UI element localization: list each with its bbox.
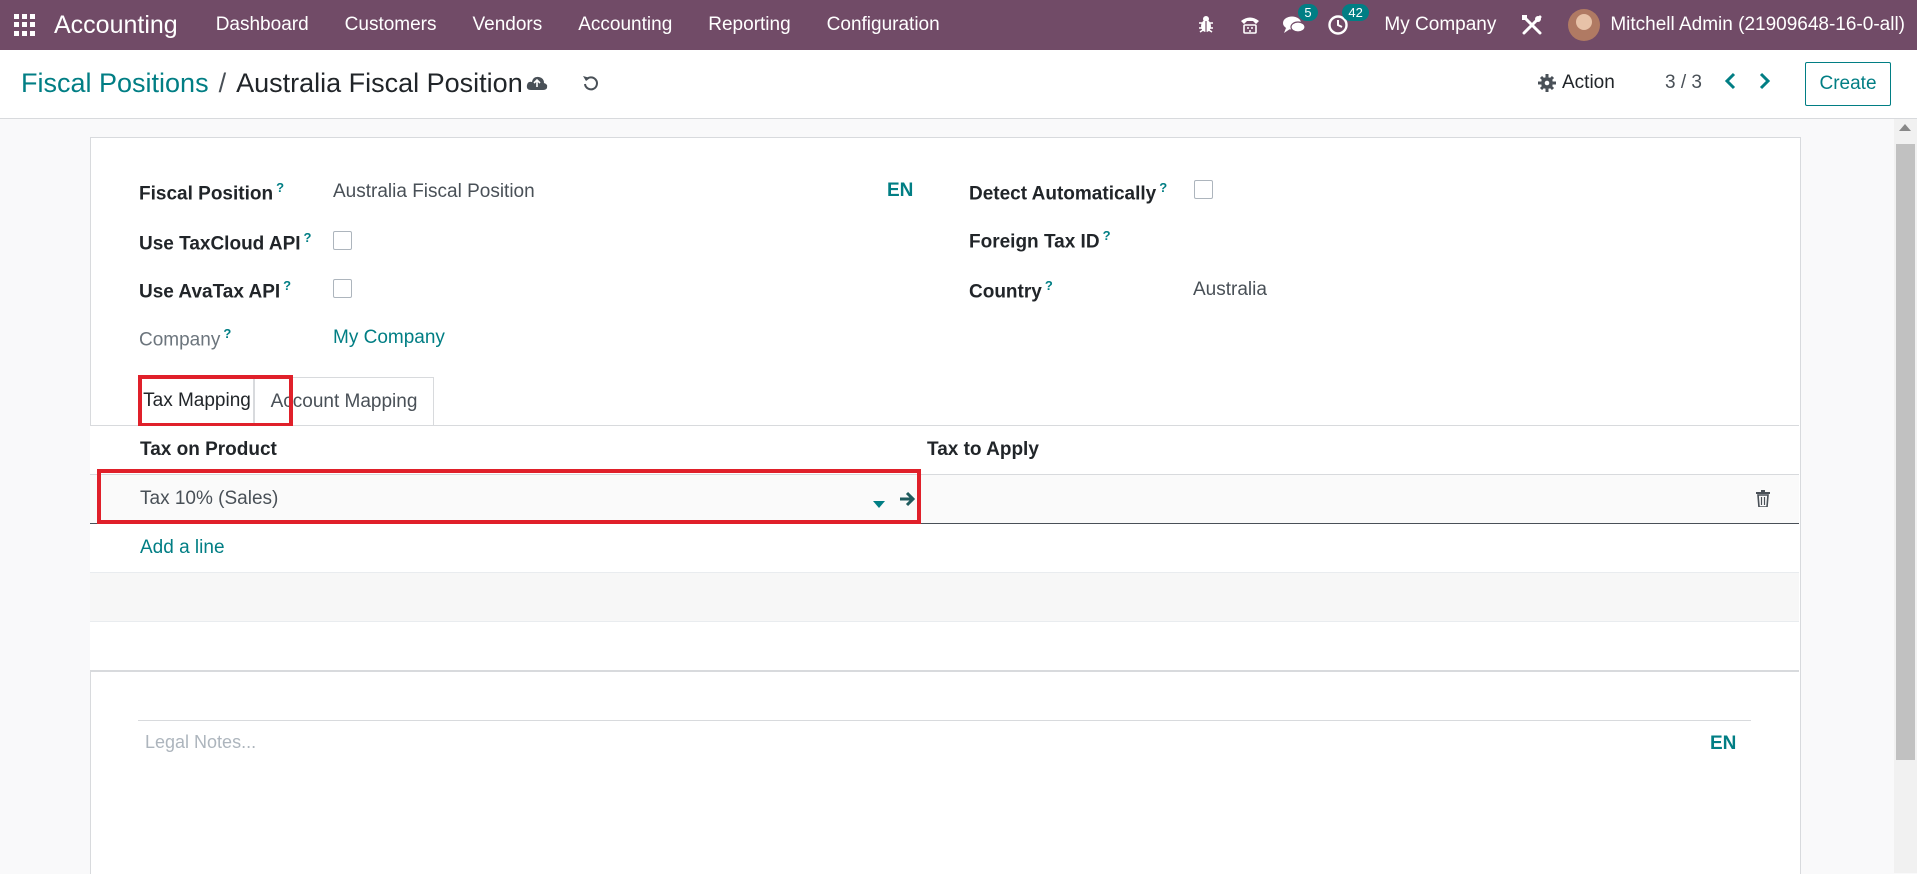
discard-icon[interactable] bbox=[582, 74, 600, 97]
empty-row bbox=[90, 622, 1799, 671]
app-name[interactable]: Accounting bbox=[54, 11, 178, 40]
scroll-up-arrow-icon[interactable] bbox=[1899, 124, 1911, 131]
action-button[interactable]: Action bbox=[1538, 72, 1615, 94]
breadcrumb-current: Australia Fiscal Position bbox=[236, 68, 523, 98]
trash-icon[interactable] bbox=[1756, 490, 1770, 512]
notes-divider bbox=[138, 720, 1751, 721]
save-cloud-icon[interactable] bbox=[526, 74, 548, 97]
empty-row bbox=[90, 573, 1799, 622]
chevron-left-icon[interactable] bbox=[1724, 72, 1738, 95]
table-bottom-border bbox=[90, 670, 1799, 672]
company-label: Company? bbox=[139, 326, 232, 351]
activities-badge: 42 bbox=[1342, 4, 1369, 21]
table-header: Tax on Product Tax to Apply bbox=[90, 426, 1799, 475]
company-field[interactable]: My Company bbox=[333, 327, 445, 349]
help-icon[interactable]: ? bbox=[1103, 228, 1111, 243]
messages-icon[interactable]: 5 bbox=[1272, 0, 1318, 50]
action-label: Action bbox=[1562, 72, 1615, 93]
control-panel: Fiscal Positions / Australia Fiscal Positi… bbox=[0, 50, 1917, 119]
pager-value[interactable]: 3 / 3 bbox=[1665, 72, 1702, 94]
fiscal-position-field[interactable]: Australia Fiscal Position bbox=[333, 181, 535, 203]
top-navbar: Accounting Dashboard Customers Vendors A… bbox=[0, 0, 1917, 50]
highlight-row-box bbox=[97, 469, 921, 524]
fiscal-position-label: Fiscal Position? bbox=[139, 180, 285, 205]
add-line-row: Add a line bbox=[90, 524, 1799, 573]
foreign-tax-id-label: Foreign Tax ID? bbox=[969, 228, 1111, 253]
create-button[interactable]: Create bbox=[1805, 62, 1891, 106]
messages-badge: 5 bbox=[1298, 4, 1318, 21]
detect-automatically-label: Detect Automatically? bbox=[969, 180, 1168, 205]
chevron-right-icon[interactable] bbox=[1757, 72, 1771, 95]
help-icon[interactable]: ? bbox=[283, 278, 291, 293]
app-grid-icon[interactable] bbox=[14, 14, 36, 36]
breadcrumb: Fiscal Positions / Australia Fiscal Positi… bbox=[21, 68, 523, 99]
notebook-tabs: Tax Mapping Account Mapping bbox=[90, 377, 1799, 426]
systray: 5 42 My Company Mitchell Admin (21909648… bbox=[1184, 0, 1917, 50]
activities-icon[interactable]: 42 bbox=[1316, 0, 1369, 50]
column-tax-on-product[interactable]: Tax on Product bbox=[140, 439, 277, 461]
help-icon[interactable]: ? bbox=[223, 326, 231, 341]
avatax-checkbox[interactable] bbox=[333, 279, 352, 298]
help-icon[interactable]: ? bbox=[1045, 278, 1053, 293]
taxcloud-label: Use TaxCloud API? bbox=[139, 230, 312, 255]
menu-reporting[interactable]: Reporting bbox=[690, 14, 808, 36]
company-switcher[interactable]: My Company bbox=[1384, 14, 1496, 36]
gear-icon bbox=[1538, 74, 1556, 92]
tools-icon[interactable] bbox=[1510, 0, 1554, 50]
user-menu[interactable]: Mitchell Admin (21909648-16-0-all) bbox=[1610, 14, 1905, 36]
user-avatar[interactable] bbox=[1568, 9, 1601, 41]
phone-icon[interactable] bbox=[1228, 0, 1272, 50]
menu-configuration[interactable]: Configuration bbox=[809, 14, 958, 36]
avatax-label: Use AvaTax API? bbox=[139, 278, 292, 303]
taxcloud-checkbox[interactable] bbox=[333, 231, 352, 250]
help-icon[interactable]: ? bbox=[1159, 180, 1167, 195]
scrollbar-thumb[interactable] bbox=[1896, 144, 1915, 760]
detect-automatically-checkbox[interactable] bbox=[1194, 180, 1213, 199]
menu-dashboard[interactable]: Dashboard bbox=[198, 14, 327, 36]
menu-accounting[interactable]: Accounting bbox=[560, 14, 690, 36]
country-field[interactable]: Australia bbox=[1193, 279, 1267, 301]
breadcrumb-parent[interactable]: Fiscal Positions bbox=[21, 68, 209, 98]
column-tax-to-apply[interactable]: Tax to Apply bbox=[927, 439, 1039, 461]
help-icon[interactable]: ? bbox=[276, 180, 284, 195]
help-icon[interactable]: ? bbox=[304, 230, 312, 245]
main-menu: Dashboard Customers Vendors Accounting R… bbox=[198, 14, 958, 36]
breadcrumb-separator: / bbox=[218, 68, 227, 98]
translate-button[interactable]: EN bbox=[887, 180, 913, 202]
country-label: Country? bbox=[969, 278, 1053, 303]
highlight-tab-box bbox=[138, 375, 293, 427]
bug-icon[interactable] bbox=[1184, 0, 1228, 50]
menu-customers[interactable]: Customers bbox=[327, 14, 455, 36]
menu-vendors[interactable]: Vendors bbox=[455, 14, 561, 36]
legal-notes-field[interactable]: Legal Notes... bbox=[145, 732, 256, 753]
notes-translate-button[interactable]: EN bbox=[1710, 733, 1736, 755]
add-line-link[interactable]: Add a line bbox=[140, 537, 225, 559]
